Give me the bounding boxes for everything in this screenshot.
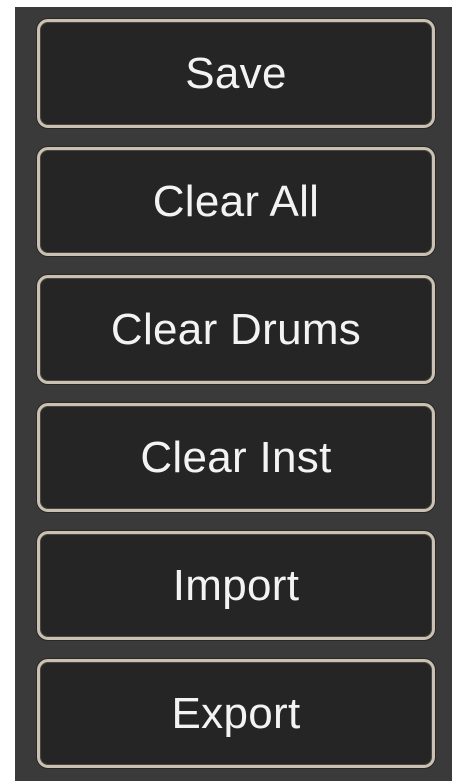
clear-all-button[interactable]: Clear All: [37, 147, 435, 256]
clear-inst-button-label: Clear Inst: [140, 432, 332, 482]
export-button[interactable]: Export: [37, 659, 435, 768]
button-panel: Save Clear All Clear Drums Clear Inst Im…: [15, 7, 452, 781]
import-button-label: Import: [172, 560, 300, 610]
clear-inst-button[interactable]: Clear Inst: [37, 403, 435, 512]
clear-drums-button-label: Clear Drums: [110, 304, 362, 354]
clear-drums-button[interactable]: Clear Drums: [37, 275, 435, 384]
clear-all-button-label: Clear All: [152, 176, 320, 226]
save-button[interactable]: Save: [37, 19, 435, 128]
import-button[interactable]: Import: [37, 531, 435, 640]
export-button-label: Export: [171, 688, 301, 738]
save-button-label: Save: [185, 48, 287, 98]
